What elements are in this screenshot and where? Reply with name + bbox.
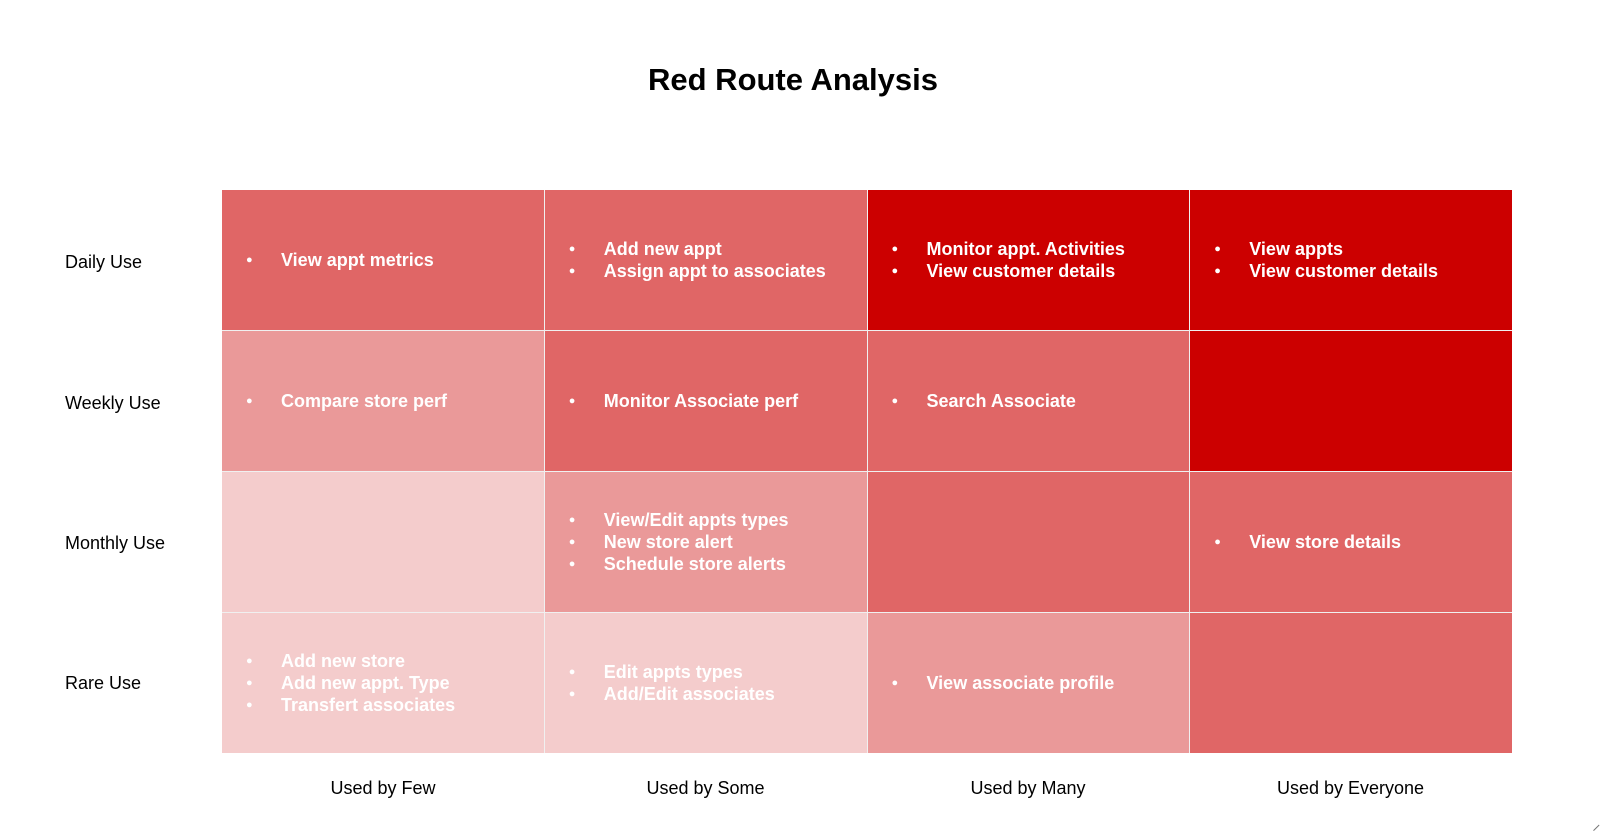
task-list: Compare store perf [246, 390, 447, 412]
column-label: Used by Everyone [1276, 778, 1425, 798]
task-item: Transfert associates [246, 694, 455, 716]
task-item: Add new appt [569, 238, 826, 260]
task-item: Schedule store alerts [569, 553, 789, 575]
matrix-cell: Compare store perf [222, 331, 544, 471]
matrix-cell: Edit appts typesAdd/Edit associates [544, 613, 867, 753]
task-item: View customer details [892, 260, 1125, 282]
task-list: Monitor appt. ActivitiesView customer de… [892, 238, 1125, 282]
task-item: Search Associate [892, 390, 1076, 412]
matrix-cell: View apptsView customer details [1190, 190, 1512, 330]
matrix-cell [867, 472, 1190, 612]
matrix-cell: Monitor appt. ActivitiesView customer de… [867, 190, 1190, 330]
task-list: View apptsView customer details [1214, 238, 1438, 282]
row-label: Weekly Use [65, 393, 161, 413]
task-item: Add new appt. Type [246, 672, 455, 694]
row-label: Rare Use [65, 673, 142, 693]
task-item: Edit appts types [569, 661, 775, 683]
matrix-cell: Search Associate [867, 331, 1190, 471]
task-item: Assign appt to associates [569, 260, 826, 282]
matrix-cell [1190, 331, 1512, 471]
task-item: Add/Edit associates [569, 683, 775, 705]
task-item: Monitor appt. Activities [892, 238, 1125, 260]
matrix-cell: Add new apptAssign appt to associates [544, 190, 867, 330]
row-label: Daily Use [65, 252, 143, 272]
task-list: Edit appts typesAdd/Edit associates [569, 661, 775, 705]
matrix-cell: Monitor Associate perf [544, 331, 867, 471]
task-item: View customer details [1214, 260, 1438, 282]
task-item: View store details [1214, 531, 1401, 553]
task-list: View appt metrics [246, 249, 434, 271]
task-list: Monitor Associate perf [569, 390, 798, 412]
task-list: View/Edit appts typesNew store alertSche… [569, 509, 789, 575]
matrix-cell [222, 472, 544, 612]
task-item: Add new store [246, 650, 455, 672]
diagram-title: Red Route Analysis [648, 62, 938, 97]
matrix-cell: View/Edit appts typesNew store alertSche… [544, 472, 867, 612]
task-item: View associate profile [892, 672, 1115, 694]
task-item: Monitor Associate perf [569, 390, 798, 412]
matrix-cell: View appt metrics [222, 190, 544, 330]
task-list: Add new storeAdd new appt. TypeTransfert… [246, 650, 455, 716]
matrix-cell: Add new storeAdd new appt. TypeTransfert… [222, 613, 544, 753]
task-item: New store alert [569, 531, 789, 553]
matrix-cell [1190, 613, 1512, 753]
column-label: Used by Some [646, 778, 765, 798]
task-list: Search Associate [892, 390, 1076, 412]
task-list: View store details [1214, 531, 1401, 553]
red-route-matrix: View appt metrics Add new apptAssign appt… [222, 190, 1512, 753]
resize-handle-icon[interactable] [1587, 818, 1600, 831]
task-item: View appt metrics [246, 249, 434, 271]
matrix-cell: View store details [1190, 472, 1512, 612]
task-item: View/Edit appts types [569, 509, 789, 531]
task-item: Compare store perf [246, 390, 447, 412]
row-label: Monthly Use [65, 533, 166, 553]
column-label: Used by Few [330, 778, 436, 798]
task-item: View appts [1214, 238, 1438, 260]
matrix-cell: View associate profile [867, 613, 1190, 753]
column-label: Used by Many [970, 778, 1086, 798]
task-list: Add new apptAssign appt to associates [569, 238, 826, 282]
task-list: View associate profile [892, 672, 1115, 694]
